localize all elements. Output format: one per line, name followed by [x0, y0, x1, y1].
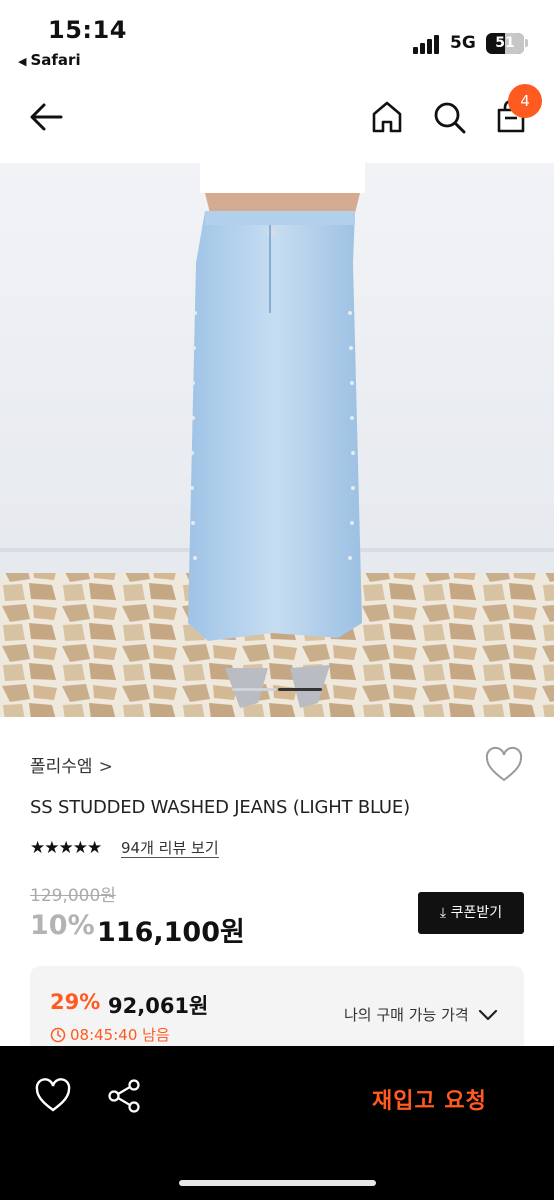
best-price-amount: 92,061원: [108, 994, 209, 1018]
jeans-photo: [0, 163, 554, 717]
arrow-left-icon[interactable]: [27, 97, 67, 137]
battery-tip: [525, 39, 528, 47]
discount-rate: 10%: [30, 910, 95, 941]
back-triangle-icon: ◀: [18, 55, 27, 68]
brand-name: 폴리수엠: [30, 757, 93, 777]
battery-icon: 51: [486, 33, 524, 54]
cellular-signal-icon: [413, 34, 443, 54]
download-icon: ⤓: [439, 905, 447, 921]
back-to-app-link[interactable]: ◀ Safari: [18, 51, 81, 69]
gallery-indicator: [0, 688, 554, 694]
back-app-label: Safari: [30, 51, 81, 69]
best-price-percent: 29%: [50, 990, 101, 1014]
app-header: [0, 80, 554, 160]
reviews-link[interactable]: 94개 리뷰 보기: [121, 839, 219, 858]
status-bar: 15:14 ◀ Safari 5G 51: [0, 0, 554, 78]
chevron-right-icon: >: [98, 757, 113, 777]
coupon-button[interactable]: ⤓ 쿠폰받기: [418, 892, 524, 934]
status-time: 15:14: [48, 16, 127, 44]
restock-request-button[interactable]: 재입고 요청: [372, 1083, 487, 1115]
clock-icon: [50, 1027, 66, 1043]
search-icon[interactable]: [429, 97, 469, 137]
timer-text: 08:45:40 남음: [70, 1026, 170, 1044]
best-price-timer: 08:45:40 남음: [50, 1024, 170, 1045]
home-icon[interactable]: [367, 97, 407, 137]
bottom-action-bar: 재입고 요청: [0, 1046, 554, 1200]
rating-stars: ★★★★★: [30, 838, 102, 858]
home-indicator: [179, 1180, 376, 1186]
coupon-label: 쿠폰받기: [450, 905, 503, 921]
share-icon[interactable]: [106, 1078, 142, 1114]
cart-count-badge: 4: [508, 84, 542, 118]
sale-price: 116,100원: [97, 917, 245, 948]
heart-icon[interactable]: [484, 746, 524, 786]
product-name: SS STUDDED WASHED JEANS (LIGHT BLUE): [30, 797, 410, 818]
chevron-down-icon[interactable]: [477, 1004, 499, 1026]
network-type: 5G: [450, 33, 476, 53]
original-price: 129,000원: [30, 886, 116, 906]
battery-level: 51: [495, 35, 515, 51]
product-image[interactable]: [0, 163, 554, 717]
best-price-label: 나의 구매 가능 가격: [344, 1006, 469, 1024]
gallery-dot[interactable]: [232, 688, 276, 691]
brand-link[interactable]: 폴리수엠 >: [30, 752, 113, 777]
wishlist-heart-icon[interactable]: [34, 1078, 72, 1114]
gallery-dot-active[interactable]: [278, 688, 322, 691]
